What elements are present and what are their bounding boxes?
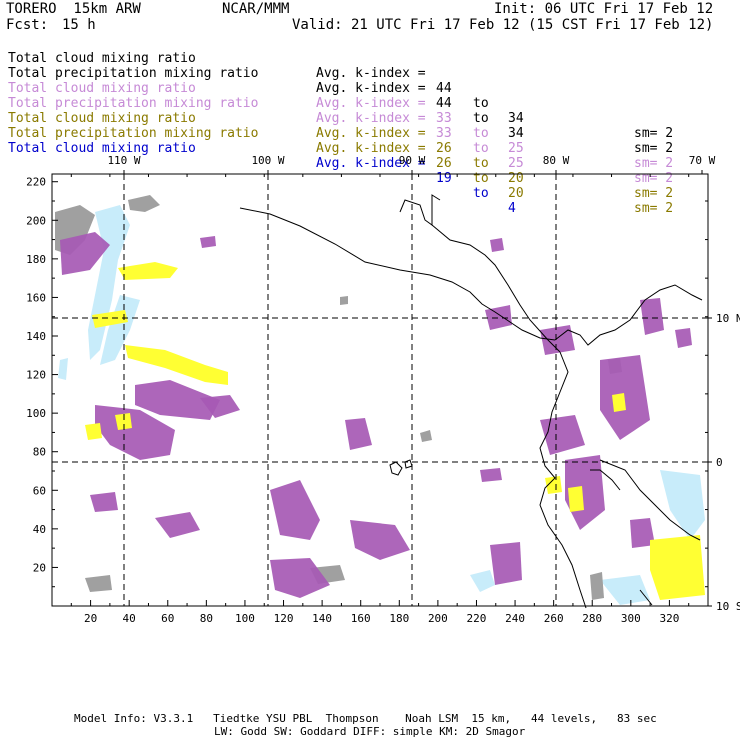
longitude-label: 100 W (251, 154, 284, 167)
lightblue-patch (58, 358, 68, 380)
longitude-label: 80 W (543, 154, 570, 167)
model-info-line1: Model Info: V3.3.1 Tiedtke YSU PBL Thomp… (74, 712, 657, 725)
purple-patch (155, 512, 200, 538)
yellow-patch (612, 393, 626, 412)
y-tick-label: 80 (33, 446, 46, 459)
x-tick-label: 280 (582, 612, 602, 625)
y-tick-label: 20 (33, 561, 46, 574)
y-tick-label: 60 (33, 484, 46, 497)
x-tick-label: 40 (123, 612, 136, 625)
longitude-label: 110 W (107, 154, 140, 167)
gray-patch (420, 430, 432, 442)
purple-patch (200, 236, 216, 248)
x-tick-label: 60 (161, 612, 174, 625)
purple-patch (490, 542, 522, 585)
coastline-path (399, 194, 441, 226)
purple-patch (270, 480, 320, 540)
y-tick-label: 40 (33, 523, 46, 536)
yellow-patch (125, 345, 228, 385)
x-tick-label: 300 (621, 612, 641, 625)
y-tick-label: 160 (26, 291, 46, 304)
cloud-fields (55, 195, 705, 605)
purple-patch (675, 328, 692, 348)
latitude-label: 10 S (716, 600, 740, 613)
x-tick-label: 120 (274, 612, 294, 625)
purple-field (60, 232, 692, 598)
x-tick-label: 320 (659, 612, 679, 625)
yellow-patch (568, 486, 584, 512)
model-info-line2: LW: Godd SW: Goddard DIFF: simple KM: 2D… (214, 725, 526, 738)
x-tick-label: 80 (200, 612, 213, 625)
purple-patch (490, 238, 504, 252)
purple-patch (350, 520, 410, 560)
yellow-patch (85, 423, 102, 440)
y-tick-label: 120 (26, 369, 46, 382)
yellow-patch (650, 535, 705, 600)
gray-patch (590, 572, 604, 600)
purple-patch (640, 298, 664, 335)
yellow-patch (118, 262, 178, 280)
latitude-label: 10 N (716, 312, 740, 325)
coastline-path (389, 461, 403, 476)
purple-patch (600, 355, 650, 440)
gray-patch (85, 575, 112, 592)
x-tick-label: 100 (235, 612, 255, 625)
y-tick-label: 180 (26, 253, 46, 266)
lightblue-patch (600, 575, 650, 605)
purple-patch (90, 492, 118, 512)
latitude-labels: 10 N 0 10 S (708, 312, 740, 613)
longitude-label: 70 W (689, 154, 716, 167)
x-tick-label: 140 (312, 612, 332, 625)
x-tick-label: 20 (84, 612, 97, 625)
x-tick-label: 160 (351, 612, 371, 625)
latitude-label: 0 (716, 456, 723, 469)
purple-patch (270, 558, 330, 598)
lightblue-patch (470, 570, 495, 592)
purple-patch (540, 325, 575, 355)
purple-patch (480, 468, 502, 482)
weather-map: 20 40 60 80 100 120 140 160 180 200 220 240 260 280 30… (26, 154, 740, 625)
coastline-path (239, 207, 556, 341)
y-tick-label: 220 (26, 176, 46, 189)
gray-patch (340, 296, 348, 305)
coastline-path (404, 459, 413, 469)
y-tick-label: 200 (26, 214, 46, 227)
x-tick-label: 220 (467, 612, 487, 625)
purple-patch (345, 418, 372, 450)
y-tick-label: 100 (26, 407, 46, 420)
x-tick-label: 180 (389, 612, 409, 625)
x-tick-label: 200 (428, 612, 448, 625)
x-tick-label: 240 (505, 612, 525, 625)
y-tick-label: 140 (26, 330, 46, 343)
longitude-label: 90 W (399, 154, 426, 167)
x-tick-label: 260 (544, 612, 564, 625)
gray-patch (128, 195, 160, 212)
longitude-labels: 110 W 100 W 90 W 80 W 70 W (107, 154, 716, 174)
